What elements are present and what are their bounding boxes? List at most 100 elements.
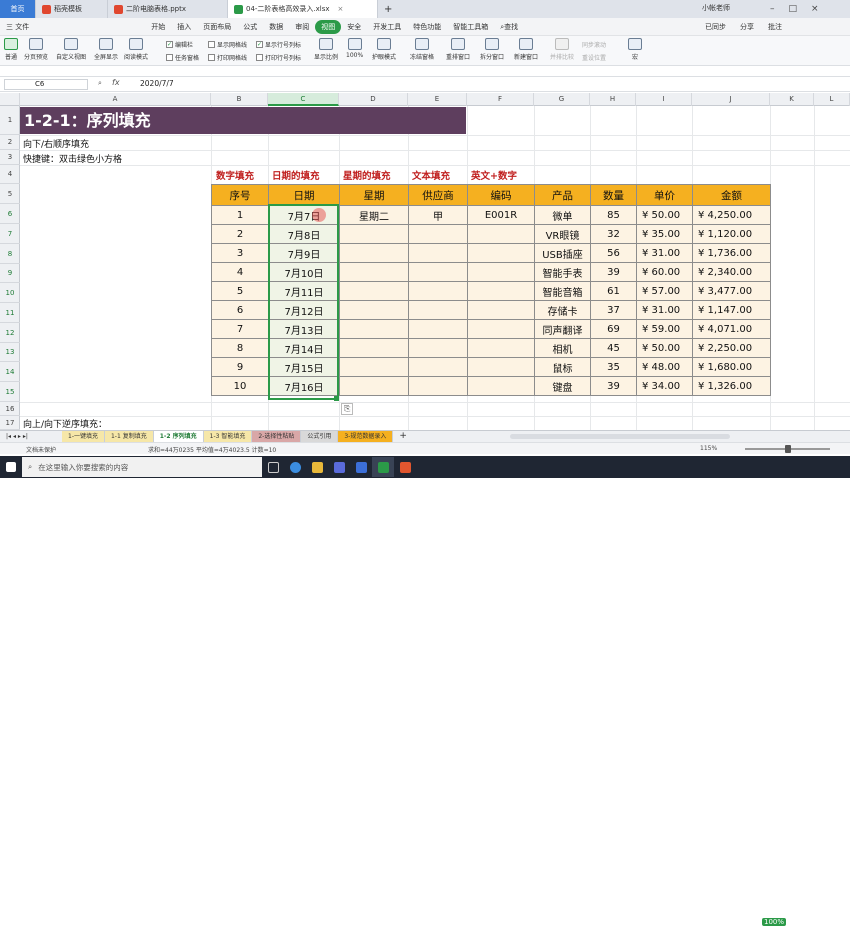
cell-price[interactable]: ¥ 34.00	[636, 376, 693, 396]
row-header[interactable]: 16	[0, 402, 20, 416]
row-header[interactable]: 13	[0, 343, 20, 362]
row-header[interactable]: 15	[0, 382, 20, 402]
cell[interactable]: 61	[590, 281, 637, 301]
new-tab-button[interactable]: +	[378, 0, 398, 18]
cell[interactable]	[467, 243, 535, 263]
sheet-nav[interactable]: |◂ ◂ ▸ ▸|	[0, 431, 62, 442]
cell[interactable]: 智能手表	[534, 262, 591, 282]
task-view-icon[interactable]	[262, 457, 284, 477]
cell-price[interactable]: ¥ 31.00	[636, 300, 693, 320]
cell[interactable]: 7	[211, 319, 269, 339]
cell[interactable]	[339, 281, 409, 301]
cell-date[interactable]: 7月8日	[268, 224, 340, 244]
sheet-tab[interactable]: 1-1 复制填充	[104, 431, 154, 442]
cell[interactable]: 2	[211, 224, 269, 244]
sheet-tab[interactable]: 1-一键填充	[62, 431, 105, 442]
row-header[interactable]: 11	[0, 303, 20, 323]
cell[interactable]: 69	[590, 319, 637, 339]
cell-amount[interactable]: ¥ 1,120.00	[692, 224, 771, 244]
menu-data[interactable]: 数据	[263, 20, 289, 34]
name-box[interactable]: C6	[4, 79, 88, 90]
cell[interactable]: 智能音箱	[534, 281, 591, 301]
cell[interactable]: 32	[590, 224, 637, 244]
cell[interactable]: 56	[590, 243, 637, 263]
cell-date[interactable]: 7月10日	[268, 262, 340, 282]
cell-date[interactable]: 7月9日	[268, 243, 340, 263]
cell[interactable]: 85	[590, 205, 637, 225]
cell-amount[interactable]: ¥ 3,477.00	[692, 281, 771, 301]
row-header[interactable]: 3	[0, 150, 20, 165]
autofill-options-icon[interactable]: ⎘	[341, 403, 354, 415]
zoom-button[interactable]: 显示比例	[314, 38, 338, 61]
cell[interactable]: 45	[590, 338, 637, 358]
reading-mode-button[interactable]: 阅读模式	[124, 38, 148, 61]
normal-view-button[interactable]: 普通	[4, 38, 18, 61]
cell[interactable]: E001R	[467, 205, 535, 225]
battery-indicator[interactable]: 100%	[762, 918, 787, 926]
column-header[interactable]: L	[814, 93, 850, 106]
cell-price[interactable]: ¥ 35.00	[636, 224, 693, 244]
comment-button[interactable]: 批注	[768, 22, 782, 32]
show-headings-checkbox[interactable]: ✓ 显示行号列标	[256, 40, 301, 49]
cell[interactable]	[339, 300, 409, 320]
cell[interactable]: 1	[211, 205, 269, 225]
cell[interactable]	[408, 281, 468, 301]
last-sheet-icon[interactable]: ▸|	[23, 433, 28, 440]
cell[interactable]	[339, 319, 409, 339]
cell[interactable]: 相机	[534, 338, 591, 358]
cell[interactable]	[408, 376, 468, 396]
row-header[interactable]: 17	[0, 416, 20, 430]
user-name[interactable]: 小帐老师	[702, 3, 730, 13]
print-gridlines-checkbox[interactable]: 打印网格线	[208, 53, 247, 62]
side-by-side-button[interactable]: 并排比较	[550, 38, 574, 61]
header-quantity[interactable]: 数量	[590, 184, 637, 206]
cell[interactable]	[339, 376, 409, 396]
zoom-100-button[interactable]: 100%	[346, 38, 363, 59]
column-header[interactable]: C	[268, 93, 339, 106]
row-header[interactable]: 2	[0, 135, 20, 150]
cell[interactable]	[467, 338, 535, 358]
cell[interactable]: 甲	[408, 205, 468, 225]
add-sheet-button[interactable]: +	[393, 431, 413, 442]
cell[interactable]	[467, 262, 535, 282]
column-header[interactable]: I	[636, 93, 692, 106]
cell[interactable]	[467, 281, 535, 301]
row-header[interactable]: 8	[0, 244, 20, 264]
cell-price[interactable]: ¥ 48.00	[636, 357, 693, 377]
header-date[interactable]: 日期	[268, 184, 340, 206]
column-header[interactable]: D	[339, 93, 408, 106]
row-header[interactable]: 12	[0, 323, 20, 343]
taskbar-search-box[interactable]: ⌕ 在这里输入你要搜索的内容	[22, 457, 262, 477]
cell[interactable]	[467, 300, 535, 320]
row-header[interactable]: 1	[0, 106, 20, 135]
column-header[interactable]: F	[467, 93, 534, 106]
formula-bar-checkbox[interactable]: ✓ 编辑栏	[166, 40, 193, 49]
windows-start-icon[interactable]	[0, 457, 22, 477]
cell[interactable]: 微单	[534, 205, 591, 225]
sheet-tab[interactable]: 3-规范数据录入	[338, 431, 394, 442]
zoom-formula-icon[interactable]: ⌕	[98, 79, 102, 88]
cell-price[interactable]: ¥ 59.00	[636, 319, 693, 339]
cell[interactable]: 10	[211, 376, 269, 396]
share-button[interactable]: 分享	[740, 22, 754, 32]
row-header[interactable]: 14	[0, 362, 20, 382]
macro-button[interactable]: 宏	[628, 38, 642, 61]
cell[interactable]	[339, 357, 409, 377]
cell-price[interactable]: ¥ 60.00	[636, 262, 693, 282]
cell[interactable]	[339, 338, 409, 358]
cell[interactable]: 存储卡	[534, 300, 591, 320]
row-header[interactable]: 5	[0, 184, 20, 204]
cell[interactable]	[467, 224, 535, 244]
cell[interactable]: 6	[211, 300, 269, 320]
zoom-slider-thumb[interactable]	[785, 445, 791, 453]
new-window-button[interactable]: 新建窗口	[514, 38, 538, 61]
sheet-tab-active[interactable]: 1-2 序列填充	[153, 431, 204, 442]
edge-icon[interactable]	[284, 457, 306, 477]
select-all-corner[interactable]	[0, 93, 20, 106]
worksheet-grid[interactable]: 1-2-1：序列填充 向下/右顺序填充 快捷键：双击绿色小方格 向上/向下逆序填…	[20, 106, 850, 430]
cell-price[interactable]: ¥ 50.00	[636, 205, 693, 225]
eye-protection-button[interactable]: 护眼模式	[372, 38, 396, 61]
first-sheet-icon[interactable]: |◂	[6, 433, 11, 440]
cell[interactable]: 鼠标	[534, 357, 591, 377]
wps-sheet-icon[interactable]	[372, 457, 394, 477]
